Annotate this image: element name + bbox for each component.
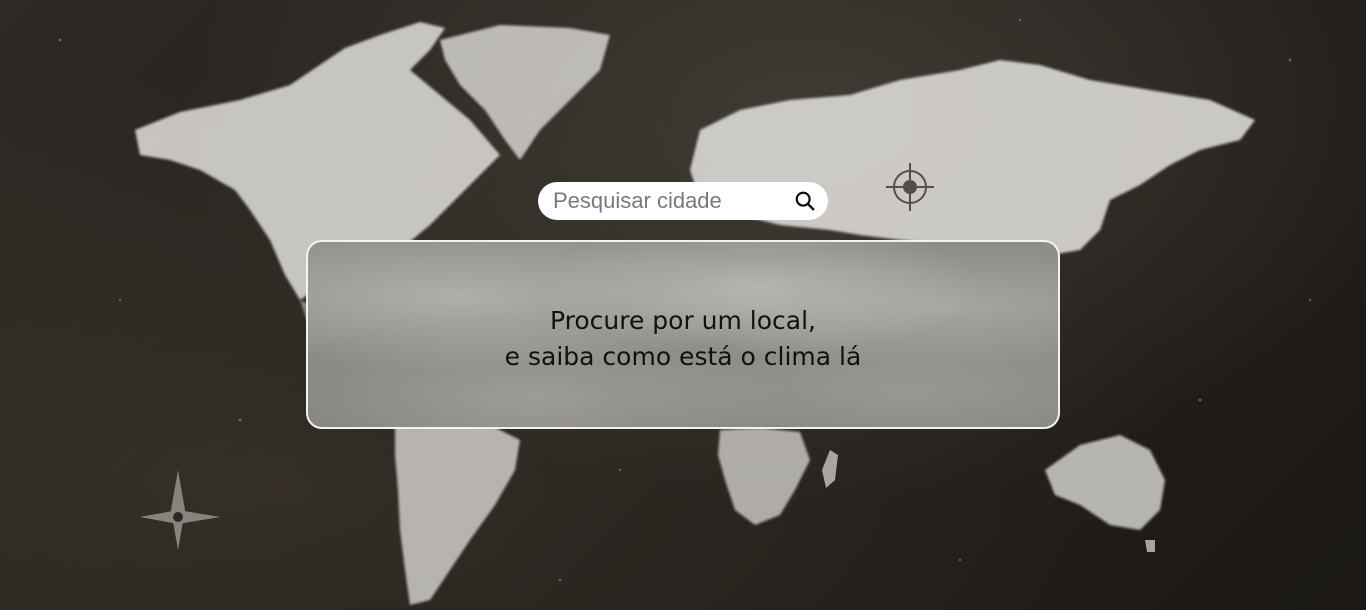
search-bar — [538, 182, 828, 220]
weather-app-page: Procure por um local, e saiba como está … — [0, 0, 1366, 610]
card-message-line-1: Procure por um local, — [549, 305, 817, 335]
card-message-line-2: e saiba como está o clima lá — [504, 341, 862, 371]
card-message: Procure por um local, e saiba como está … — [505, 303, 862, 375]
weather-info-card: Procure por um local, e saiba como está … — [306, 240, 1060, 429]
search-button[interactable] — [792, 188, 818, 214]
search-icon — [795, 191, 815, 211]
search-input[interactable] — [553, 188, 792, 214]
